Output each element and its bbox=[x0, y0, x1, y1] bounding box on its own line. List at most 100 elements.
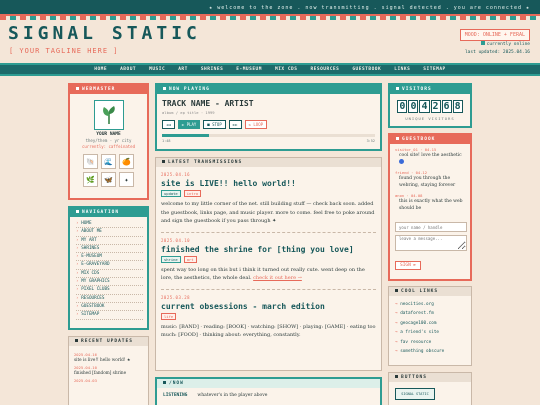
webmaster-header: WEBMASTER bbox=[70, 85, 147, 94]
header-dot-icon bbox=[163, 87, 166, 90]
nav-home[interactable]: HOME bbox=[94, 67, 107, 72]
blog-post: 2025.03.28 current obsessions - march ed… bbox=[161, 290, 376, 346]
time-display: 1:48 3:52 bbox=[157, 137, 380, 143]
link-item[interactable]: geocage100.com bbox=[395, 319, 465, 328]
guestbook-name-input[interactable] bbox=[395, 222, 467, 232]
time-current: 1:48 bbox=[162, 139, 171, 143]
sidebar-item-shrines[interactable]: SHRINES bbox=[76, 245, 143, 254]
header-dot-icon bbox=[396, 87, 399, 90]
sidebar-item-e-museum[interactable]: E-MUSEUM bbox=[76, 253, 143, 262]
progress-fill bbox=[162, 134, 209, 137]
nav-resources[interactable]: RESOURCES bbox=[310, 67, 339, 72]
guestbook-header: GUESTBOOK bbox=[390, 135, 470, 144]
shell-icon[interactable]: 🐚 bbox=[83, 154, 98, 169]
loop-button[interactable]: ↻ LOOP bbox=[244, 120, 268, 129]
entry-message-text: cool site! love the aesthetic bbox=[399, 153, 462, 158]
link-item[interactable]: fav resource bbox=[395, 338, 465, 347]
guestbook-entry: friend · 04.12 found you through the web… bbox=[395, 170, 465, 189]
now-header: /NOW bbox=[157, 379, 380, 388]
hit-counter: 0 0 4 2 6 8 bbox=[390, 100, 470, 113]
navigation-header-text: NAVIGATION bbox=[82, 210, 120, 215]
sidebar-item-mix-cds[interactable]: MIX CDS bbox=[76, 270, 143, 279]
header-dot-icon bbox=[163, 381, 166, 384]
rewind-button[interactable]: ◄◄ bbox=[162, 120, 175, 129]
tag[interactable]: intro bbox=[183, 190, 202, 197]
update-text[interactable]: site is live!! hello world! ★ bbox=[74, 357, 143, 362]
post-tags: shrine art bbox=[161, 255, 376, 263]
nav-music[interactable]: MUSIC bbox=[149, 67, 165, 72]
link-item[interactable]: something obscure bbox=[395, 347, 465, 356]
post-tags: life bbox=[161, 312, 376, 320]
now-playing-header-text: NOW PLAYING bbox=[169, 87, 210, 92]
butterfly-icon[interactable]: 🦋 bbox=[101, 172, 116, 187]
nav-art[interactable]: ART bbox=[178, 67, 188, 72]
blog-post: 2025.04.10 finished the shrine for [thin… bbox=[161, 233, 376, 290]
buttons-header: BUTTONS bbox=[389, 373, 471, 382]
status-block: currently online last updated: 2025.04.1… bbox=[465, 41, 530, 57]
globe-icon bbox=[399, 159, 404, 164]
sidebar-item-resources[interactable]: RESOURCES bbox=[76, 295, 143, 303]
sidebar-item-guestbook[interactable]: GUESTBOOK bbox=[76, 303, 143, 312]
guestbook-header-text: GUESTBOOK bbox=[402, 137, 436, 142]
leaf-icon bbox=[102, 106, 115, 124]
sidebar-item-about[interactable]: ABOUT ME bbox=[76, 228, 143, 237]
sidebar-item-graphics[interactable]: MY GRAPHICS bbox=[76, 278, 143, 287]
now-playing-panel: NOW PLAYING TRACK NAME - ARTIST album / … bbox=[155, 83, 382, 151]
post-title[interactable]: site is LIVE!! hello world!! bbox=[161, 179, 376, 188]
link-item[interactable]: a friend's site bbox=[395, 328, 465, 337]
progress-bar[interactable] bbox=[162, 134, 375, 137]
guestbook-entries: visitor_01 · 04.15 cool site! love the a… bbox=[390, 144, 470, 219]
last-updated: last updated: 2025.04.16 bbox=[464, 50, 530, 55]
link-item[interactable]: neocities.org bbox=[395, 300, 465, 309]
site-title[interactable]: SIGNAL STATIC bbox=[8, 23, 201, 44]
tag[interactable]: art bbox=[183, 255, 197, 263]
tag[interactable]: life bbox=[161, 312, 177, 320]
tag[interactable]: update bbox=[161, 190, 181, 197]
sidebar-item-sitemap[interactable]: SITEMAP bbox=[76, 311, 143, 320]
post-body: spent way too long on this but i think i… bbox=[161, 266, 376, 283]
fast-forward-button[interactable]: ►► bbox=[228, 120, 242, 129]
update-text[interactable]: finished [fandom] shrine bbox=[74, 370, 143, 375]
tag[interactable]: shrine bbox=[161, 255, 181, 263]
recent-updates-list: 2025.04.16 site is live!! hello world! ★… bbox=[69, 346, 148, 386]
post-title[interactable]: finished the shrine for [thing you love] bbox=[161, 245, 376, 254]
header-dot-icon bbox=[396, 137, 399, 140]
sign-guestbook-button[interactable]: SIGN ► bbox=[395, 261, 422, 270]
stop-button[interactable]: ■ STOP bbox=[203, 120, 226, 129]
counter-digit: 0 bbox=[397, 100, 408, 113]
herb-icon[interactable]: 🌿 bbox=[83, 172, 98, 187]
link-item[interactable]: dataforest.fm bbox=[395, 309, 465, 318]
navigation-header: NAVIGATION bbox=[70, 208, 147, 217]
wave-icon[interactable]: 🌊 bbox=[101, 154, 116, 169]
sidebar-item-home[interactable]: HOME bbox=[76, 220, 143, 229]
post-title[interactable]: current obsessions - march edition bbox=[161, 302, 376, 311]
guestbook-entry: anon · 04.08 this is exactly what the we… bbox=[395, 193, 465, 212]
nav-shrines[interactable]: SHRINES bbox=[201, 67, 223, 72]
play-button[interactable]: ► PLAY bbox=[177, 120, 201, 129]
guestbook-message-input[interactable] bbox=[395, 235, 467, 251]
nav-mix-cds[interactable]: MIX CDS bbox=[275, 67, 297, 72]
nav-e-museum[interactable]: E-MUSEUM bbox=[236, 67, 262, 72]
nav-guestbook[interactable]: GUESTBOOK bbox=[352, 67, 381, 72]
counter-digit: 6 bbox=[441, 100, 452, 113]
post-list: 2025.04.16 site is LIVE!! hello world!! … bbox=[156, 167, 381, 346]
cool-links-header: COOL LINKS bbox=[389, 287, 471, 296]
counter-digit: 2 bbox=[430, 100, 441, 113]
nav-about[interactable]: ABOUT bbox=[120, 67, 136, 72]
post-link[interactable]: check it out here → bbox=[253, 275, 302, 281]
guestbook-panel: GUESTBOOK visitor_01 · 04.15 cool site! … bbox=[388, 133, 472, 281]
sidebar-item-pixel-clubs[interactable]: PIXEL CLUBS bbox=[76, 286, 143, 295]
update-date: 2025.04.03 bbox=[74, 378, 97, 383]
header-dot-icon bbox=[162, 160, 165, 163]
transmissions-header-text: LATEST TRANSMISSIONS bbox=[168, 160, 243, 165]
nav-sitemap[interactable]: SITEMAP bbox=[423, 67, 445, 72]
online-text: currently online bbox=[486, 42, 530, 47]
sparkle-icon[interactable]: ✦ bbox=[119, 172, 134, 187]
orange-icon[interactable]: 🍊 bbox=[119, 154, 134, 169]
nav-links[interactable]: LINKS bbox=[394, 67, 410, 72]
site-88x31-button[interactable]: SIGNAL STATIC bbox=[395, 388, 435, 400]
sidebar-item-art[interactable]: MY ART bbox=[76, 237, 143, 245]
sidebar-item-e-graveyard[interactable]: E-GRAVEYARD bbox=[76, 261, 143, 270]
now-header-text: /NOW bbox=[169, 381, 184, 386]
entry-message: this is exactly what the web should be bbox=[399, 199, 463, 211]
